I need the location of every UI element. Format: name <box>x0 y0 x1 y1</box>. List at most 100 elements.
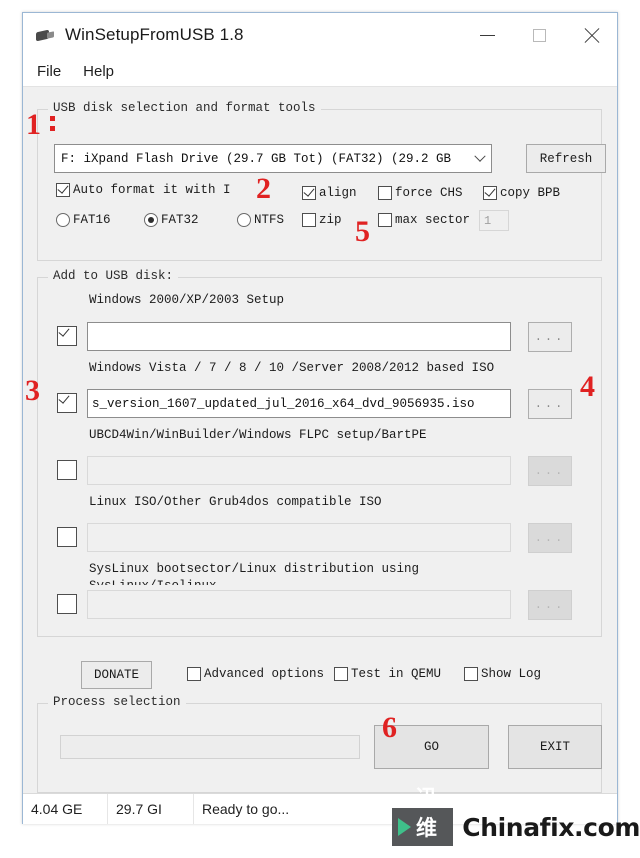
show-log-checkbox[interactable] <box>464 667 478 681</box>
max-sector-checkbox-row[interactable]: max sector <box>378 213 470 227</box>
auto-format-checkbox-row[interactable]: Auto format it with I <box>56 183 231 197</box>
row-checkbox-windows-vista[interactable] <box>57 393 77 413</box>
client-area: USB disk selection and format tools F: i… <box>23 87 617 824</box>
row-checkbox-ubcd4win[interactable] <box>57 460 77 480</box>
title-bar: WinSetupFromUSB 1.8 <box>23 13 617 57</box>
watermark-box: 迅维网 <box>392 786 454 858</box>
watermark-cn-text: 迅维网 <box>416 786 437 858</box>
row-browse-ubcd4win: ... <box>528 456 572 486</box>
usb-drive-select[interactable]: F: iXpand Flash Drive (29.7 GB Tot) (FAT… <box>54 144 492 173</box>
fs-option-fat16[interactable]: FAT16 <box>56 213 111 227</box>
show-log-label: Show Log <box>481 667 542 681</box>
row-checkbox-linux-iso[interactable] <box>57 527 77 547</box>
ntfs-radio[interactable] <box>237 213 251 227</box>
show-log-row[interactable]: Show Log <box>464 667 541 681</box>
add-to-usb-group-label: Add to USB disk: <box>48 269 179 283</box>
copy-bpb-checkbox[interactable] <box>483 186 497 200</box>
row-title-windows-vista: Windows Vista / 7 / 8 / 10 /Server 2008/… <box>89 361 495 375</box>
app-window: WinSetupFromUSB 1.8 File Help USB disk s… <box>22 12 618 824</box>
annotation-4: 4 <box>580 370 595 403</box>
align-checkbox-row[interactable]: align <box>302 186 357 200</box>
fs-option-fat32[interactable]: FAT32 <box>144 213 199 227</box>
watermark-en-text: Chinafix.com <box>462 812 640 842</box>
row-title-syslinux: SysLinux bootsector/Linux distribution u… <box>89 561 509 585</box>
row-input-ubcd4win[interactable] <box>87 456 511 485</box>
force-chs-label: force CHS <box>395 186 463 200</box>
close-button[interactable] <box>565 13 617 57</box>
advanced-options-checkbox[interactable] <box>187 667 201 681</box>
ntfs-label: NTFS <box>254 213 285 227</box>
fat32-label: FAT32 <box>161 213 199 227</box>
zip-checkbox[interactable] <box>302 213 316 227</box>
fat16-label: FAT16 <box>73 213 111 227</box>
minimize-icon <box>479 34 495 36</box>
annotation-6: 6 <box>382 711 397 744</box>
maximize-icon <box>532 28 546 42</box>
align-checkbox[interactable] <box>302 186 316 200</box>
menu-bar: File Help <box>23 57 617 87</box>
zip-checkbox-row[interactable]: zip <box>302 213 342 227</box>
process-selection-group-label: Process selection <box>48 695 186 709</box>
max-sector-value[interactable]: 1 <box>479 210 509 231</box>
chevron-right-icon <box>398 818 411 836</box>
row-input-syslinux[interactable] <box>87 590 511 619</box>
row-browse-windows-xp[interactable]: ... <box>528 322 572 352</box>
annotation-3: 3 <box>25 374 40 407</box>
test-in-qemu-label: Test in QEMU <box>351 667 442 681</box>
row-input-windows-xp[interactable] <box>87 322 511 351</box>
chevron-down-icon <box>469 150 491 163</box>
row-title-windows-xp: Windows 2000/XP/2003 Setup <box>89 293 285 307</box>
usb-drive-select-value: F: iXpand Flash Drive (29.7 GB Tot) (FAT… <box>61 151 452 166</box>
row-checkbox-syslinux[interactable] <box>57 594 77 614</box>
fat32-radio[interactable] <box>144 213 158 227</box>
row-title-syslinux-line1: SysLinux bootsector/Linux distribution u… <box>89 562 420 576</box>
minimize-button[interactable] <box>461 13 513 57</box>
advanced-options-row[interactable]: Advanced options <box>187 667 324 681</box>
align-label: align <box>319 186 357 200</box>
row-title-syslinux-line2: SysLinux/Isolinux <box>89 579 217 585</box>
donate-button[interactable]: DONATE <box>81 661 152 689</box>
status-cell-total: 29.7 GI <box>108 794 194 824</box>
row-input-linux-iso[interactable] <box>87 523 511 552</box>
row-browse-syslinux: ... <box>528 590 572 620</box>
fs-option-ntfs[interactable]: NTFS <box>237 213 284 227</box>
copy-bpb-label: copy BPB <box>500 186 561 200</box>
usb-disk-group-label: USB disk selection and format tools <box>48 101 321 115</box>
refresh-button[interactable]: Refresh <box>526 144 606 173</box>
window-controls <box>461 13 617 57</box>
progress-bar <box>60 735 360 759</box>
row-title-linux-iso: Linux ISO/Other Grub4dos compatible ISO <box>89 495 382 509</box>
close-icon <box>583 27 600 44</box>
maximize-button[interactable] <box>513 13 565 57</box>
window-title: WinSetupFromUSB 1.8 <box>65 25 244 44</box>
watermark: 迅维网 Chinafix.com <box>392 786 640 858</box>
test-in-qemu-checkbox[interactable] <box>334 667 348 681</box>
row-checkbox-windows-xp[interactable] <box>57 326 77 346</box>
auto-format-label: Auto format it with I <box>73 183 231 197</box>
annotation-2: 2 <box>256 172 271 205</box>
menu-item-file[interactable]: File <box>37 63 61 80</box>
exit-button[interactable]: EXIT <box>508 725 602 769</box>
annotation-1-colon <box>50 116 55 136</box>
force-chs-checkbox[interactable] <box>378 186 392 200</box>
menu-item-help[interactable]: Help <box>83 63 114 80</box>
screenshot-root: WinSetupFromUSB 1.8 File Help USB disk s… <box>0 0 640 858</box>
copy-bpb-checkbox-row[interactable]: copy BPB <box>483 186 560 200</box>
fat16-radio[interactable] <box>56 213 70 227</box>
row-browse-linux-iso: ... <box>528 523 572 553</box>
annotation-1: 1 <box>26 108 41 141</box>
test-in-qemu-row[interactable]: Test in QEMU <box>334 667 441 681</box>
max-sector-checkbox[interactable] <box>378 213 392 227</box>
auto-format-checkbox[interactable] <box>56 183 70 197</box>
row-input-windows-vista[interactable]: s_version_1607_updated_jul_2016_x64_dvd_… <box>87 389 511 418</box>
advanced-options-label: Advanced options <box>204 667 325 681</box>
force-chs-checkbox-row[interactable]: force CHS <box>378 186 463 200</box>
max-sector-label: max sector <box>395 213 471 227</box>
annotation-5: 5 <box>355 215 370 248</box>
usb-drive-icon <box>34 24 56 46</box>
row-browse-windows-vista[interactable]: ... <box>528 389 572 419</box>
status-cell-free: 4.04 GE <box>23 794 108 824</box>
row-title-ubcd4win: UBCD4Win/WinBuilder/Windows FLPC setup/B… <box>89 428 427 442</box>
row-input-windows-vista-value: s_version_1607_updated_jul_2016_x64_dvd_… <box>92 396 475 411</box>
zip-label: zip <box>319 213 342 227</box>
